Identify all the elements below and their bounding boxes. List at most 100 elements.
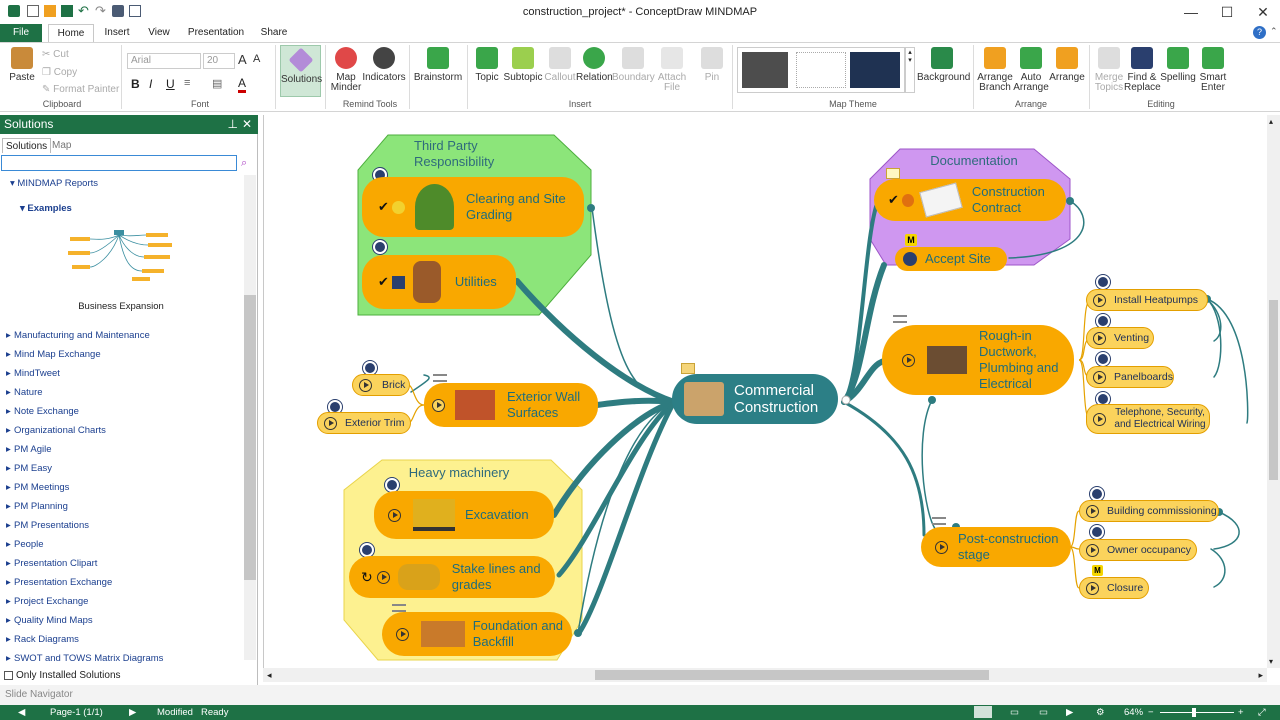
boundary-documentation-label[interactable]: Documentation	[914, 153, 1034, 168]
format-painter-button[interactable]: ✎ Format Painter	[42, 84, 119, 95]
topic-excavation[interactable]: Excavation	[374, 491, 554, 539]
arrange-branch-button[interactable]: Arrange Branch	[977, 47, 1013, 93]
collapse-ribbon-icon[interactable]: ⌃	[1270, 26, 1278, 37]
topic-roughin[interactable]: Rough-in Ductwork, Plumbing and Electric…	[882, 325, 1074, 395]
handle-dot[interactable]	[1066, 197, 1074, 205]
view-icon[interactable]: ▭	[1039, 705, 1048, 720]
solutions-button[interactable]: Solutions	[280, 45, 322, 97]
list-item[interactable]: PM Agile	[6, 444, 51, 455]
relation-button[interactable]: Relation	[576, 47, 613, 83]
play-icon[interactable]	[1093, 293, 1106, 307]
note-icon[interactable]	[433, 374, 447, 382]
map-canvas[interactable]: Third Party Responsibility Documentation…	[263, 115, 1280, 668]
callout-button[interactable]: Callout	[543, 47, 577, 83]
next-page-icon[interactable]: ▶	[129, 705, 136, 720]
bold-button[interactable]: B	[131, 77, 140, 91]
subtopic-telephone[interactable]: Telephone, Security, and Electrical Wiri…	[1086, 404, 1210, 434]
zoom-in-icon[interactable]: +	[1238, 705, 1244, 720]
clock-icon[interactable]	[373, 240, 387, 254]
subtopic-venting[interactable]: Venting	[1086, 327, 1154, 349]
theme-gallery-scroll[interactable]: ▴ ▾	[905, 47, 915, 93]
topic-stake-lines[interactable]: ↻ Stake lines and grades	[349, 556, 555, 598]
map-theme-gallery[interactable]	[737, 47, 905, 93]
canvas-horizontal-scrollbar[interactable]: ◂ ▸	[263, 668, 1267, 682]
topic-clearing[interactable]: ✔ Clearing and Site Grading	[362, 177, 584, 237]
list-item[interactable]: PM Meetings	[6, 482, 70, 493]
subtopic-brick[interactable]: Brick	[352, 374, 410, 396]
play-presentation-icon[interactable]: ▶	[1066, 705, 1073, 720]
clock-icon[interactable]	[363, 361, 377, 375]
underline-button[interactable]: U	[166, 77, 175, 91]
list-item[interactable]: Manufacturing and Maintenance	[6, 330, 150, 341]
list-item[interactable]: Presentation Exchange	[6, 577, 112, 588]
list-item[interactable]: Project Exchange	[6, 596, 89, 607]
scroll-right-icon[interactable]: ▸	[1258, 668, 1263, 682]
italic-button[interactable]: I	[149, 77, 152, 91]
shrink-font-icon[interactable]: A	[253, 53, 260, 65]
play-icon[interactable]	[1093, 370, 1106, 384]
pin-panel-icon[interactable]: ⊥	[228, 115, 238, 134]
theme-thumb[interactable]	[796, 52, 846, 88]
list-item[interactable]: Quality Mind Maps	[6, 615, 93, 626]
indicators-button[interactable]: Indicators	[362, 47, 406, 83]
boundary-button[interactable]: Boundary	[612, 47, 655, 83]
minimize-button[interactable]: —	[1176, 2, 1206, 22]
tab-insert[interactable]: Insert	[98, 24, 136, 42]
highlight-icon[interactable]: ▤	[212, 77, 222, 90]
scroll-down-icon[interactable]: ▾	[1269, 657, 1273, 666]
list-item[interactable]: PM Planning	[6, 501, 68, 512]
play-icon[interactable]	[1086, 543, 1099, 557]
handle-dot[interactable]	[928, 396, 936, 404]
tab-home[interactable]: Home	[48, 24, 94, 42]
topic-foundation[interactable]: Foundation and Backfill	[382, 612, 572, 656]
cut-button[interactable]: ✂ Cut	[42, 49, 69, 60]
play-icon[interactable]	[359, 378, 372, 392]
play-icon[interactable]	[1086, 581, 1099, 595]
play-icon[interactable]	[396, 627, 409, 641]
tab-file[interactable]: File	[0, 24, 42, 42]
handle-dot[interactable]	[841, 395, 851, 405]
horizontal-scroll-thumb[interactable]	[595, 670, 989, 680]
subtopic-heatpumps[interactable]: Install Heatpumps	[1086, 289, 1208, 311]
smart-enter-button[interactable]: Smart Enter	[1196, 47, 1230, 93]
list-item[interactable]: Note Exchange	[6, 406, 79, 417]
list-item[interactable]: Mind Map Exchange	[6, 349, 101, 360]
list-item[interactable]: People	[6, 539, 43, 550]
align-icon[interactable]: ≡	[184, 77, 190, 89]
font-family-select[interactable]: Arial	[127, 53, 201, 69]
help-icon[interactable]: ?	[1253, 26, 1266, 39]
subsection-examples[interactable]: ▾ Examples	[20, 203, 72, 214]
list-item[interactable]: MindTweet	[6, 368, 60, 379]
canvas-vertical-scrollbar[interactable]: ▴ ▾	[1267, 115, 1280, 668]
clock-icon[interactable]	[385, 478, 399, 492]
map-minder-button[interactable]: Map Minder	[327, 47, 365, 93]
clock-icon[interactable]	[1090, 487, 1104, 501]
handle-dot[interactable]	[574, 629, 582, 637]
example-thumbnail[interactable]	[66, 227, 176, 285]
handle-dot[interactable]	[587, 204, 595, 212]
list-item[interactable]: Rack Diagrams	[6, 634, 79, 645]
topic-contract[interactable]: ✔ Construction Contract	[874, 179, 1066, 221]
tab-solutions[interactable]: Solutions	[2, 138, 52, 153]
play-icon[interactable]	[902, 353, 915, 367]
arrange-button[interactable]: Arrange	[1049, 47, 1085, 83]
theme-thumb[interactable]	[850, 52, 900, 88]
subtopic-button[interactable]: Subtopic	[503, 47, 543, 83]
list-item[interactable]: PM Presentations	[6, 520, 89, 531]
boundary-third-party-label[interactable]: Third Party Responsibility	[414, 138, 524, 170]
vertical-scroll-thumb[interactable]	[1269, 300, 1278, 480]
tab-presentation[interactable]: Presentation	[184, 24, 248, 42]
clock-icon[interactable]	[1096, 352, 1110, 366]
zoom-slider-thumb[interactable]	[1192, 708, 1196, 717]
spelling-button[interactable]: Spelling	[1160, 47, 1196, 83]
only-installed-checkbox[interactable]: Only Installed Solutions	[4, 670, 121, 681]
play-icon[interactable]	[1093, 412, 1106, 426]
clock-icon[interactable]	[1090, 525, 1104, 539]
checkbox-box[interactable]	[4, 671, 13, 680]
boundary-heavy-label[interactable]: Heavy machinery	[399, 465, 519, 480]
fit-page-icon[interactable]: ⤢	[1258, 705, 1266, 720]
section-mindmap-reports[interactable]: ▾ MINDMAP Reports	[10, 178, 98, 189]
panel-scrollbar[interactable]	[244, 175, 256, 660]
font-size-select[interactable]: 20	[203, 53, 235, 69]
central-topic[interactable]: Commercial Construction	[672, 374, 838, 424]
